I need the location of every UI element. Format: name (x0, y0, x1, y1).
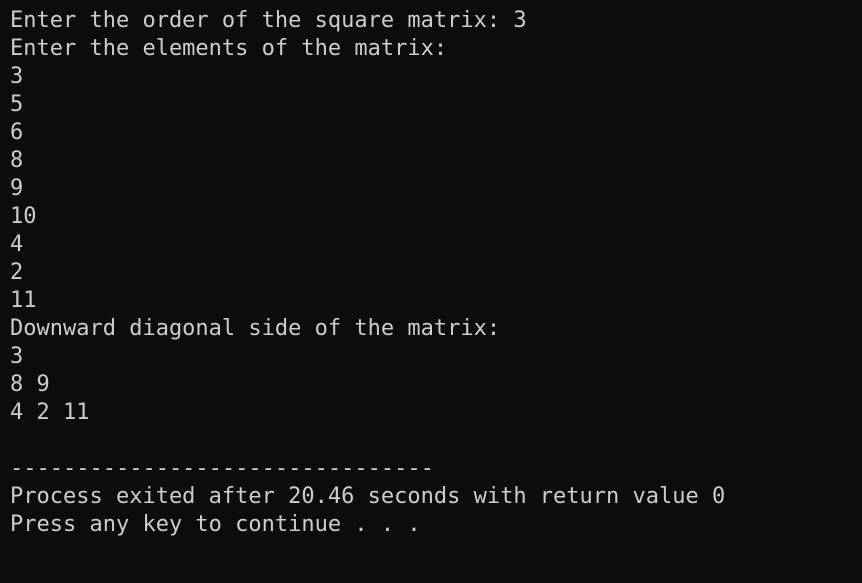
input-element-line: 3 (10, 64, 24, 89)
output-row-line: 8 9 (10, 372, 50, 397)
input-element-line: 2 (10, 260, 24, 285)
input-element-line: 11 (10, 288, 37, 313)
input-element-line: 8 (10, 148, 24, 173)
input-element-line: 4 (10, 232, 24, 257)
output-row-line: 4 2 11 (10, 400, 90, 425)
input-element-line: 6 (10, 120, 24, 145)
separator-line: -------------------------------- (10, 456, 434, 481)
input-element-line: 5 (10, 92, 24, 117)
output-row-line: 3 (10, 344, 24, 369)
console-output[interactable]: Enter the order of the square matrix: 3 … (0, 0, 862, 583)
input-element-line: 10 (10, 204, 37, 229)
output-heading-line: Downward diagonal side of the matrix: (10, 316, 501, 341)
process-exit-line: Process exited after 20.46 seconds with … (10, 484, 726, 509)
press-any-key-line: Press any key to continue . . . (10, 512, 421, 537)
input-element-line: 9 (10, 176, 24, 201)
prompt-elements-line: Enter the elements of the matrix: (10, 36, 448, 61)
prompt-order-line: Enter the order of the square matrix: 3 (10, 8, 527, 33)
